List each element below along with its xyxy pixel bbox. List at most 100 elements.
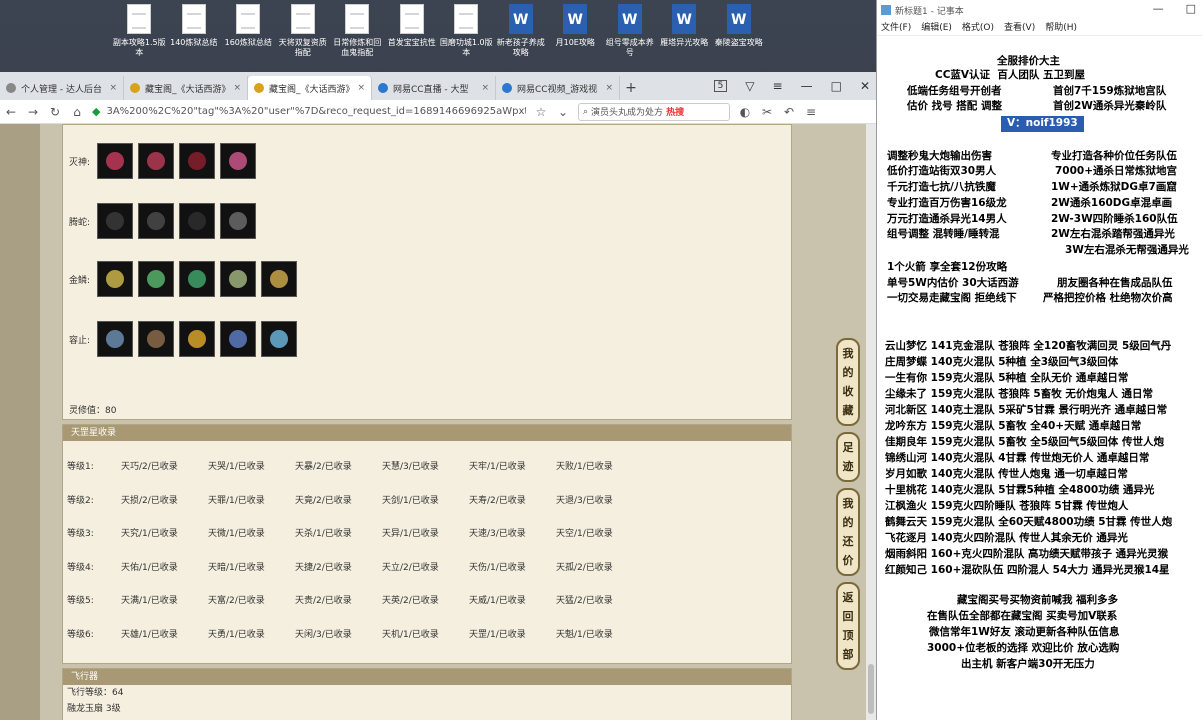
flight-panel: 飞行器 飞行等级：64 融龙玉扇 3级 — [62, 668, 792, 720]
collection-cell: 天机/1/已收录 — [382, 629, 439, 640]
equipment-item[interactable] — [220, 203, 256, 239]
collection-cell: 天英/2/已收录 — [382, 596, 439, 606]
notepad-line: 藏宝阁买号买物资前喊我 福利多多 — [957, 594, 1119, 606]
equipment-row: 容止: — [69, 321, 302, 357]
tab-cangbaoge-active[interactable]: 藏宝阁_《大话西游》 × — [248, 76, 372, 100]
equipment-item[interactable] — [97, 203, 133, 239]
desktop-icon[interactable]: W 组号零成本养号 — [603, 4, 658, 58]
refresh-icon[interactable]: ↻ — [48, 105, 62, 119]
extension-icon[interactable]: ◐ — [738, 105, 752, 119]
desktop-icon-label: 首发宝宝抗性 — [387, 38, 436, 47]
desktop-icon-label: 新老孩子养成攻略 — [496, 38, 545, 57]
desktop-icon[interactable]: 天将双复资质指配 — [276, 4, 331, 58]
equipment-item[interactable] — [220, 143, 256, 179]
equipment-item[interactable] — [220, 261, 256, 297]
desktop-icon[interactable]: 日常修炼和回血鬼指配 — [330, 4, 385, 58]
equipment-item[interactable] — [179, 321, 215, 357]
notepad-menu-item[interactable]: 编辑(E) — [921, 20, 952, 35]
notepad-line: 2W通杀160DG卓混卓画 — [1051, 197, 1173, 209]
notepad-line: 万元打造通杀异光14男人 — [887, 213, 1007, 225]
minimize-icon[interactable]: — — [1153, 2, 1164, 15]
notepad-menu-item[interactable]: 帮助(H) — [1045, 20, 1077, 35]
collection-cell: 天竟/2/已收录 — [295, 495, 352, 506]
side-button[interactable]: 我的收藏 — [836, 338, 860, 426]
close-icon[interactable]: × — [233, 83, 241, 93]
tab-count-badge[interactable]: 5 — [713, 80, 728, 92]
desktop-icon[interactable]: 副本攻略1.5版本 — [112, 4, 167, 58]
notepad-line: 朋友圈各种在售成品队伍 — [1057, 277, 1173, 289]
text-file-icon — [181, 4, 206, 34]
notepad-line: 2W左右混杀踏帮强通异光 — [1051, 228, 1175, 240]
notepad-line: V：noif1993 — [1001, 116, 1084, 132]
desktop-icon[interactable]: 国磨功城1.0版本 — [439, 4, 494, 58]
notepad-line: 出主机 新客户端30开无压力 — [961, 658, 1095, 670]
equipment-item[interactable] — [97, 261, 133, 297]
side-button[interactable]: 返回顶部 — [836, 582, 860, 670]
browser-menu-icon[interactable]: ≡ — [804, 105, 818, 119]
tab-cc-live[interactable]: 网易CC直播 - 大型 × — [372, 76, 496, 100]
desktop-icon[interactable]: W 雁塔异光攻略 — [657, 4, 712, 58]
search-input[interactable]: ⌕ 演员头丸成为处方 热搜 — [578, 102, 730, 121]
close-icon[interactable]: × — [481, 83, 489, 93]
equipment-item[interactable] — [261, 321, 297, 357]
home-icon[interactable]: ⌂ — [70, 105, 84, 119]
desktop-icon[interactable]: W 月10E攻略 — [548, 4, 603, 58]
equipment-item[interactable] — [97, 143, 133, 179]
star-icon[interactable]: ☆ — [534, 105, 548, 119]
equipment-item[interactable] — [179, 261, 215, 297]
chevron-down-icon[interactable]: ⌄ — [556, 105, 570, 119]
equipment-item[interactable] — [138, 261, 174, 297]
collection-cell: 天勇/1/已收录 — [208, 629, 265, 640]
equipment-item[interactable] — [220, 321, 256, 357]
word-doc-icon: W — [508, 4, 533, 34]
close-window-icon[interactable]: ✕ — [860, 79, 870, 93]
side-button[interactable]: 我的还价 — [836, 488, 860, 576]
desktop-icon[interactable]: 160炼狱总结 — [221, 4, 276, 58]
notepad-menu-item[interactable]: 格式(O) — [962, 20, 994, 35]
minimize-icon[interactable]: — — [801, 79, 813, 93]
word-doc-icon: W — [672, 4, 697, 34]
scrollbar-thumb[interactable] — [868, 664, 874, 714]
maximize-icon[interactable]: □ — [1186, 2, 1196, 15]
equipment-item[interactable] — [261, 261, 297, 297]
collection-level: 等级3: — [67, 529, 94, 539]
collection-cell: 天慧/3/已收录 — [382, 462, 439, 472]
notepad-text[interactable]: 全服排价大主 CC蓝V认证 百人团队 五卫到屋 低端任务组号开创者 首创7千159炼狱… — [877, 36, 1202, 720]
notepad-menu-item[interactable]: 查看(V) — [1004, 20, 1035, 35]
left-decoration — [0, 124, 40, 720]
url-input[interactable]: ◆ 3A%200%2C%20"tag"%3A%20"user"%7D&reco_r… — [92, 103, 526, 121]
cut-icon[interactable]: ✂ — [760, 105, 774, 119]
new-tab-button[interactable]: + — [620, 76, 642, 100]
back-icon[interactable]: ← — [4, 105, 18, 119]
shirt-icon[interactable]: ▽ — [745, 79, 754, 93]
desktop-icon[interactable]: W 新老孩子养成攻略 — [494, 4, 549, 58]
undo-icon[interactable]: ↶ — [782, 105, 796, 119]
side-button[interactable]: 足迹 — [836, 432, 860, 482]
collection-cell: 天空/1/已收录 — [556, 529, 613, 539]
menu-icon[interactable]: ≡ — [773, 79, 783, 93]
equipment-item[interactable] — [179, 203, 215, 239]
equipment-item[interactable] — [138, 321, 174, 357]
notepad-line: 十里桃花 140克火混队 5甘霖5种植 全4800功绩 通异光 — [885, 484, 1155, 496]
forward-icon[interactable]: → — [26, 105, 40, 119]
collection-cell: 天究/1/已收录 — [121, 529, 178, 539]
equipment-item[interactable] — [97, 321, 133, 357]
desktop-icon[interactable]: W 秦陵盗宝攻略 — [712, 4, 767, 58]
desktop-icon[interactable]: 140炼狱总结 — [167, 4, 222, 58]
tab-personal-admin[interactable]: 个人管理 - 达人后台 × — [0, 76, 124, 100]
vertical-scrollbar[interactable] — [866, 124, 876, 720]
equipment-item[interactable] — [179, 143, 215, 179]
maximize-icon[interactable]: □ — [831, 79, 842, 93]
equipment-item[interactable] — [138, 143, 174, 179]
close-icon[interactable]: × — [357, 83, 365, 93]
close-icon[interactable]: × — [109, 83, 117, 93]
equipment-item[interactable] — [138, 203, 174, 239]
close-icon[interactable]: × — [605, 83, 613, 93]
tab-cc-video[interactable]: 网易CC视频_游戏视 × — [496, 76, 620, 100]
notepad-line: 龙吟东方 159克火混队 5畜牧 全40+天赋 通卓越日常 — [885, 420, 1142, 432]
tab-cangbaoge-1[interactable]: 藏宝阁_《大话西游》 × — [124, 76, 248, 100]
notepad-menu-item[interactable]: 文件(F) — [881, 20, 911, 35]
word-doc-icon: W — [563, 4, 588, 34]
desktop-icon[interactable]: 首发宝宝抗性 — [385, 4, 440, 58]
notepad-line: 3000+位老板的选择 欢迎比价 放心选购 — [927, 642, 1120, 654]
